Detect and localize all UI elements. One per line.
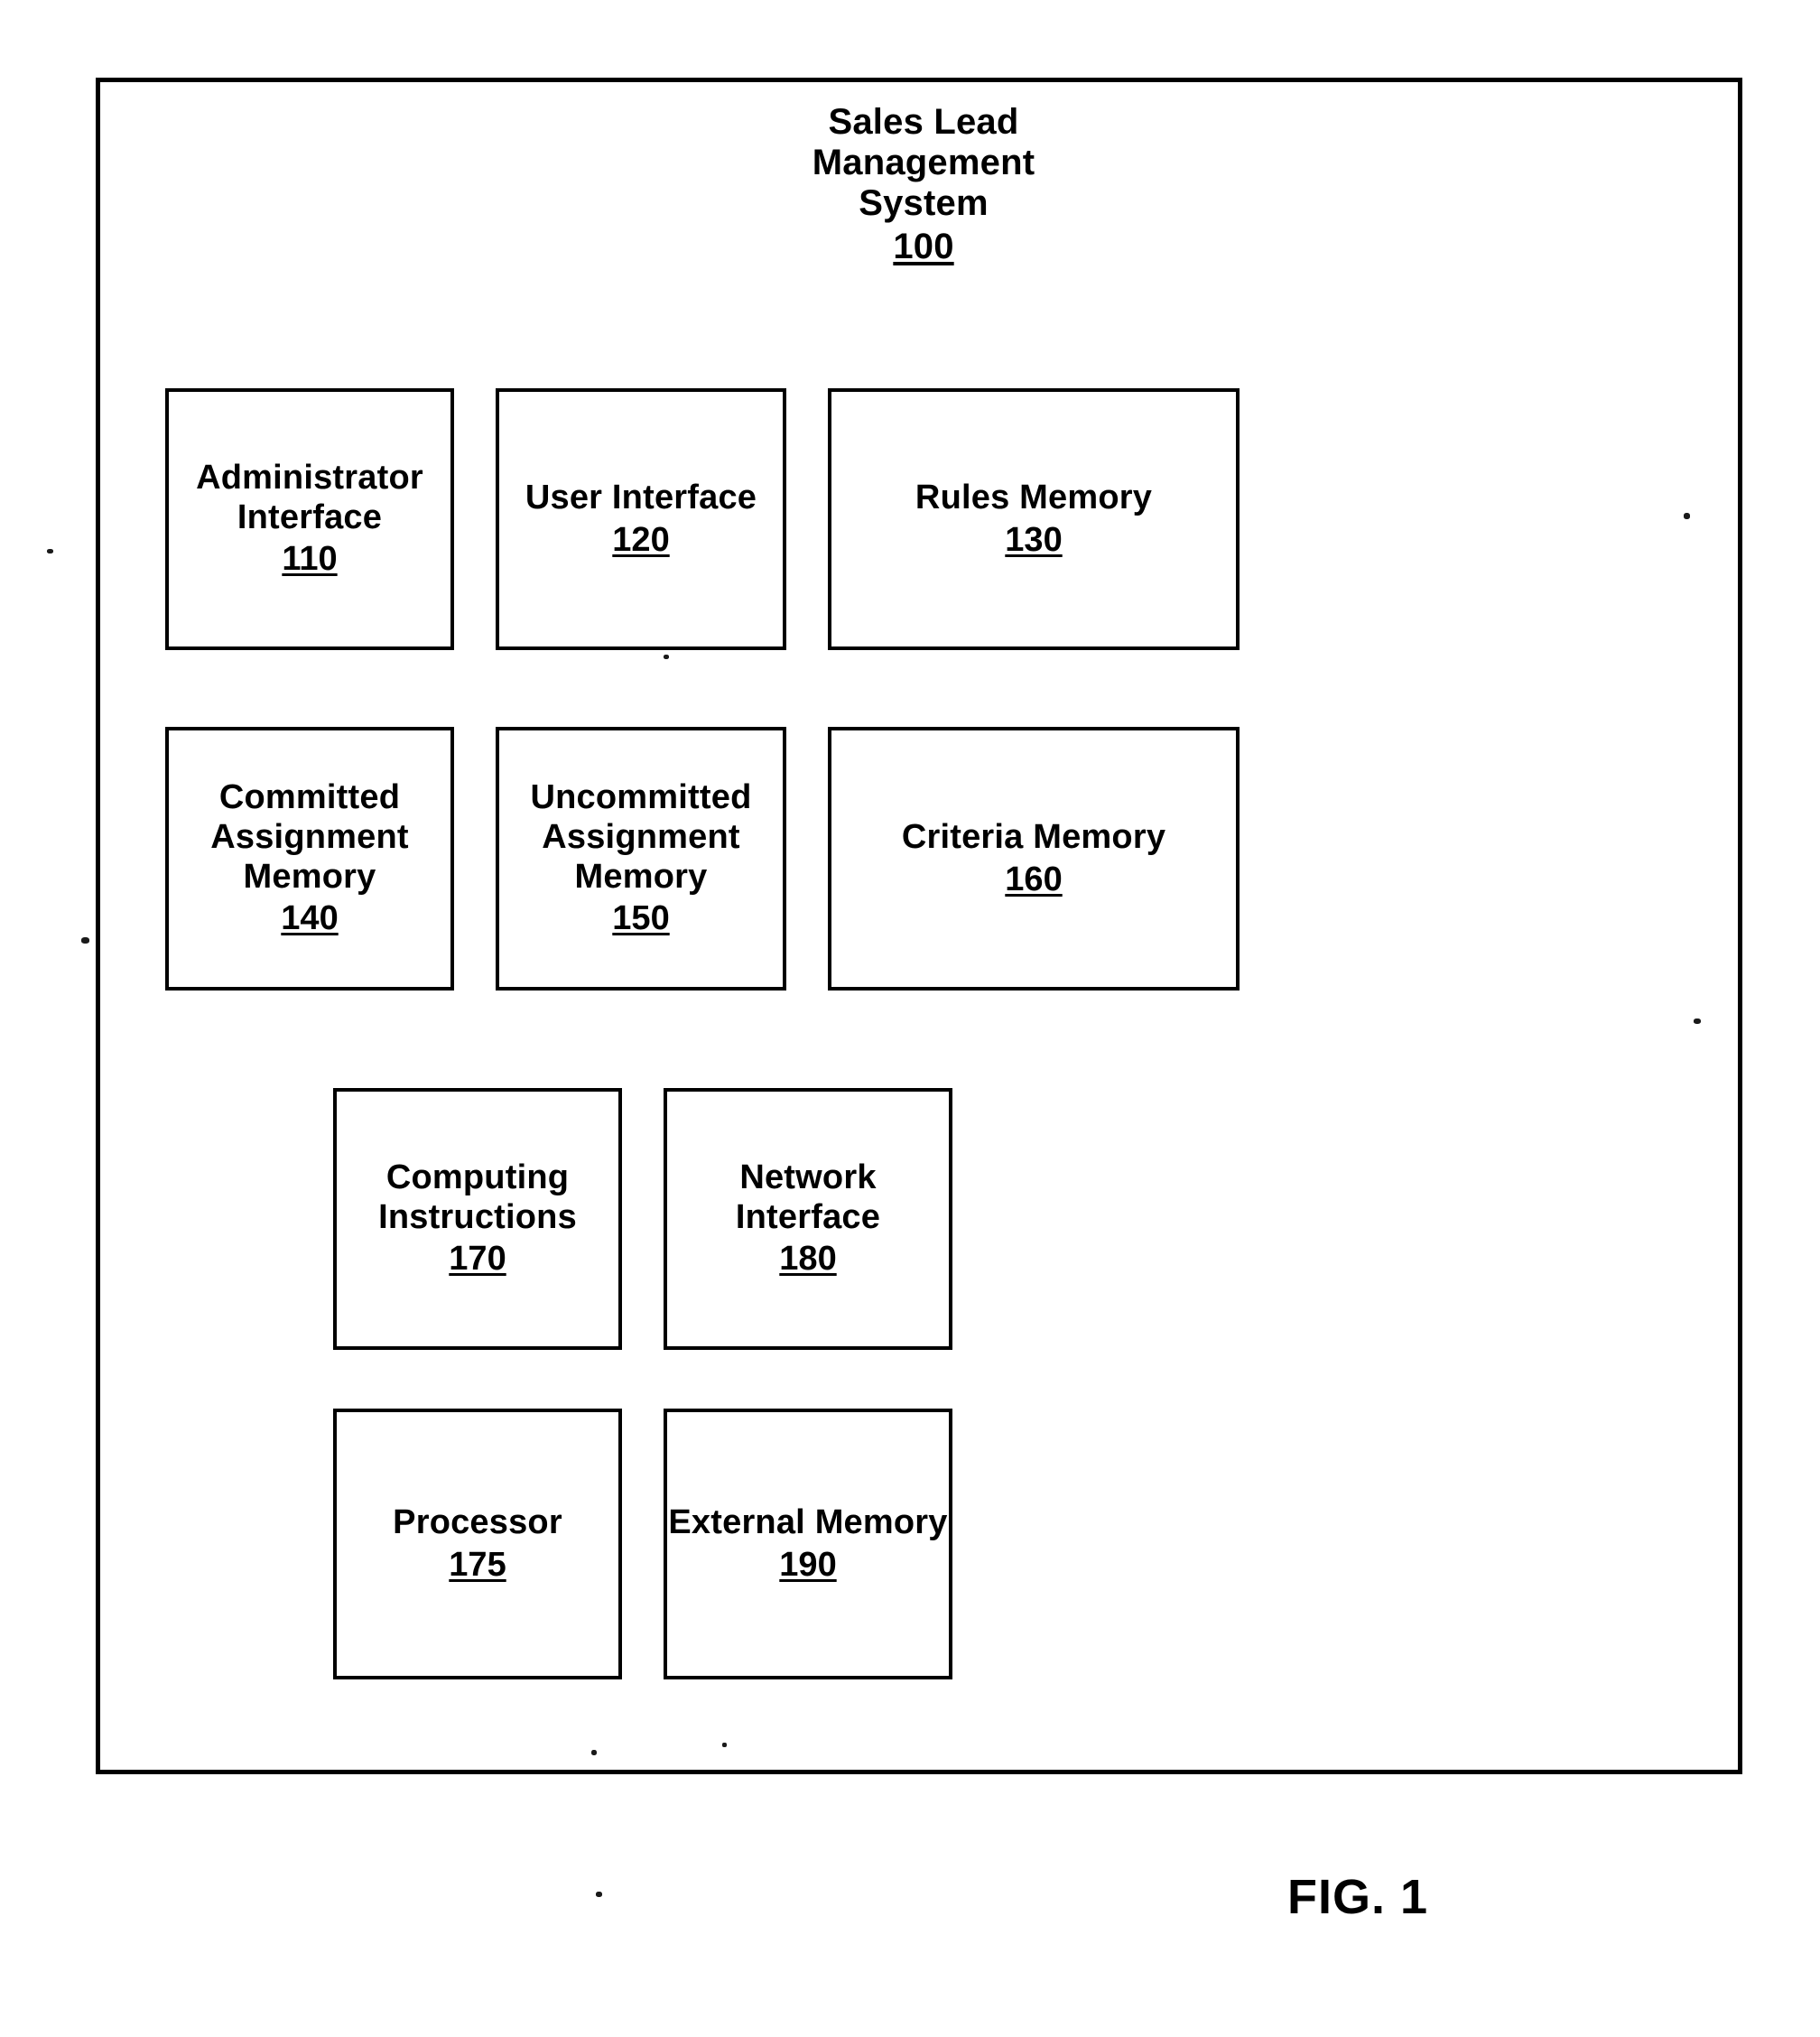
component-box-uncommitted-assignment-memory: Uncommitted Assignment Memory 150 [496, 727, 786, 991]
scan-artifact-speckle [81, 937, 89, 944]
system-title-line-1: Sales Lead [828, 102, 1019, 142]
component-box-committed-assignment-memory: Committed Assignment Memory 140 [165, 727, 454, 991]
component-box-rules-memory: Rules Memory 130 [828, 388, 1240, 650]
component-label-network-interface: Network Interface [735, 1158, 881, 1236]
component-label-committed-assignment-memory: Committed Assignment Memory [210, 778, 409, 896]
component-reference-120: 120 [612, 520, 670, 559]
scan-artifact-speckle [664, 655, 669, 659]
scan-artifact-speckle [722, 1743, 727, 1747]
component-reference-130: 130 [1005, 520, 1063, 559]
system-title-line-3: System [859, 183, 989, 224]
component-box-processor: Processor 175 [333, 1409, 622, 1679]
scan-artifact-speckle [591, 1750, 597, 1755]
component-label-rules-memory: Rules Memory [915, 478, 1153, 516]
component-box-external-memory: External Memory 190 [664, 1409, 952, 1679]
component-reference-160: 160 [1005, 860, 1063, 898]
component-box-administrator-interface: Administrator Interface 110 [165, 388, 454, 650]
component-box-criteria-memory: Criteria Memory 160 [828, 727, 1240, 991]
figure-sheet: Sales Lead Management System 100 Adminis… [0, 0, 1820, 2037]
scan-artifact-speckle [1684, 513, 1690, 519]
component-label-uncommitted-assignment-memory: Uncommitted Assignment Memory [530, 778, 752, 896]
component-label-processor: Processor [393, 1502, 562, 1541]
scan-artifact-speckle [47, 549, 53, 553]
figure-caption: FIG. 1 [1287, 1870, 1429, 1924]
system-reference-number: 100 [893, 226, 954, 266]
component-label-computing-instructions: Computing Instructions [378, 1158, 577, 1236]
scan-artifact-speckle [596, 1892, 602, 1897]
component-label-criteria-memory: Criteria Memory [901, 817, 1166, 856]
component-label-external-memory: External Memory [668, 1502, 948, 1541]
component-label-administrator-interface: Administrator Interface [196, 458, 423, 536]
component-reference-150: 150 [612, 899, 670, 938]
system-title-line-2: Management [812, 143, 1035, 183]
scan-artifact-speckle [1694, 1018, 1701, 1024]
component-reference-190: 190 [779, 1545, 837, 1584]
component-reference-140: 140 [281, 899, 339, 938]
component-label-user-interface: User Interface [525, 478, 757, 516]
component-box-computing-instructions: Computing Instructions 170 [333, 1088, 622, 1350]
component-reference-110: 110 [282, 540, 338, 579]
system-boundary-box: Sales Lead Management System 100 Adminis… [96, 78, 1742, 1774]
system-title: Sales Lead Management System 100 [100, 102, 1747, 267]
component-reference-175: 175 [449, 1545, 506, 1584]
component-box-user-interface: User Interface 120 [496, 388, 786, 650]
component-box-network-interface: Network Interface 180 [664, 1088, 952, 1350]
component-reference-170: 170 [449, 1240, 506, 1279]
component-reference-180: 180 [779, 1240, 837, 1279]
